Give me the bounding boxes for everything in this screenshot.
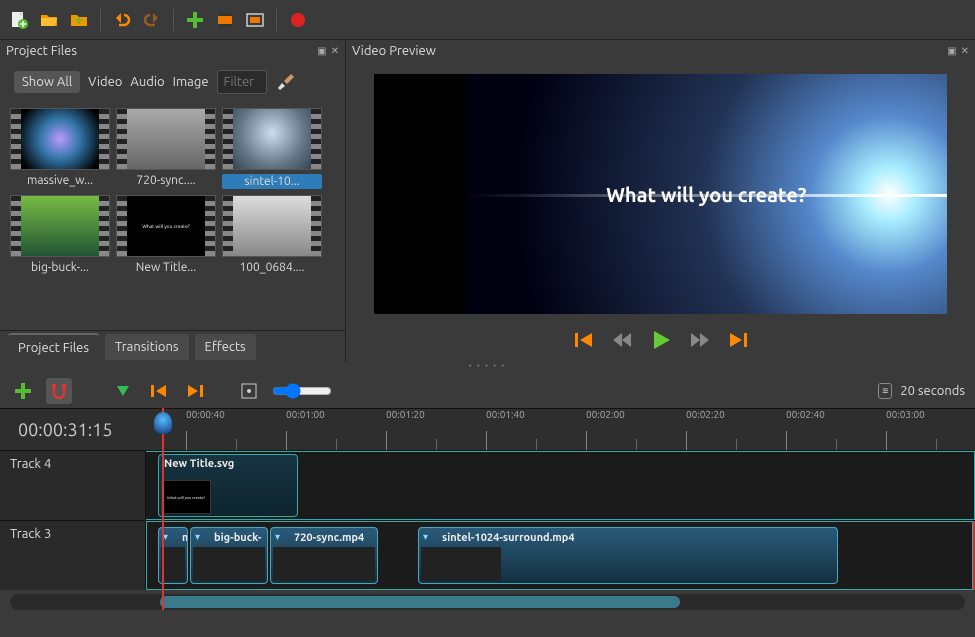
clip[interactable]: ▾ 720-sync.mp4: [270, 527, 378, 584]
play-button[interactable]: [650, 329, 672, 351]
ruler-tick: 00:01:00: [286, 409, 325, 420]
filter-input[interactable]: [217, 70, 267, 94]
project-files-title: Project Files: [6, 44, 77, 58]
track-label[interactable]: Track 3: [0, 521, 146, 590]
clip[interactable]: ▾ sintel-1024-surround.mp4: [418, 527, 838, 584]
filter-video[interactable]: Video: [88, 75, 122, 89]
track-body[interactable]: ▾ m ▾ big-buck- ▾ 720-sync.mp4 ▾ sintel-…: [146, 521, 975, 590]
clear-filter-button[interactable]: [275, 70, 299, 94]
tab-transitions[interactable]: Transitions: [105, 334, 189, 360]
new-project-button[interactable]: [6, 7, 32, 33]
thumbnail-grid: massive_w... 720-sync.... sintel-10... b…: [0, 102, 345, 330]
video-preview-panel: Video Preview ▣ ✕ What will you create?: [346, 40, 975, 362]
volume-icon: ▾: [423, 531, 428, 543]
preview-frame[interactable]: What will you create?: [374, 74, 947, 314]
filter-image[interactable]: Image: [173, 75, 209, 89]
scrollbar-thumb[interactable]: [160, 596, 680, 608]
next-marker-button[interactable]: [182, 378, 208, 404]
track-label[interactable]: Track 4: [0, 451, 146, 520]
panel-close-icon[interactable]: ✕: [331, 45, 339, 57]
filter-audio[interactable]: Audio: [130, 75, 164, 89]
ruler-tick: 00:03:00: [886, 409, 925, 420]
track-row: Track 3 ▾ m ▾ big-buck- ▾ 720-sync.mp4 ▾…: [0, 520, 975, 590]
volume-icon: ▾: [163, 531, 168, 543]
add-track-button[interactable]: [10, 378, 36, 404]
file-thumb[interactable]: big-buck-...: [10, 195, 110, 274]
choose-profile-button[interactable]: [212, 7, 238, 33]
panel-detach-icon[interactable]: ▣: [317, 45, 326, 57]
zoom-menu-icon[interactable]: ≡: [878, 383, 892, 399]
file-thumb[interactable]: 100_0684....: [222, 195, 322, 274]
jump-start-button[interactable]: [574, 331, 594, 349]
redo-button[interactable]: [139, 7, 165, 33]
snap-button[interactable]: [46, 378, 72, 404]
insert-marker-button[interactable]: [110, 378, 136, 404]
clip[interactable]: New Title.svg What will you create?: [158, 454, 298, 517]
center-playhead-button[interactable]: [236, 378, 262, 404]
zoom-slider[interactable]: [272, 383, 332, 399]
playhead-handle[interactable]: [154, 412, 172, 434]
timeline-toolbar: ≡ 20 seconds: [0, 374, 975, 408]
ruler-tick: 00:02:00: [586, 409, 625, 420]
clip[interactable]: ▾ m: [158, 527, 188, 584]
jump-end-button[interactable]: [728, 331, 748, 349]
filter-bar: Show All Video Audio Image: [0, 62, 345, 102]
open-project-button[interactable]: [36, 7, 62, 33]
project-files-panel: Project Files ▣ ✕ Show All Video Audio I…: [0, 40, 346, 362]
timecode: 00:00:31:15: [0, 409, 146, 451]
ruler-tick: 00:02:20: [686, 409, 725, 420]
main-toolbar: [0, 0, 975, 40]
export-video-button[interactable]: [285, 7, 311, 33]
timeline: 00:00:31:15 00:00:40 00:01:00 00:01:20 00:0…: [0, 408, 975, 610]
fullscreen-button[interactable]: [242, 7, 268, 33]
fast-forward-button[interactable]: [690, 331, 710, 349]
clip[interactable]: ▾ big-buck-: [190, 527, 268, 584]
panel-close-icon[interactable]: ✕: [961, 45, 969, 57]
prev-marker-button[interactable]: [146, 378, 172, 404]
playback-controls: [346, 318, 975, 362]
ruler-tick: 00:02:40: [786, 409, 825, 420]
undo-button[interactable]: [109, 7, 135, 33]
track-row: Track 4 New Title.svg What will you crea…: [0, 450, 975, 520]
rewind-button[interactable]: [612, 331, 632, 349]
track-body[interactable]: New Title.svg What will you create?: [146, 451, 975, 520]
tab-project-files[interactable]: Project Files: [8, 333, 99, 361]
import-files-button[interactable]: [182, 7, 208, 33]
video-preview-title: Video Preview: [352, 44, 436, 58]
zoom-label: 20 seconds: [900, 384, 965, 398]
save-project-button[interactable]: [66, 7, 92, 33]
ruler-tick: 00:01:40: [486, 409, 525, 420]
tab-effects[interactable]: Effects: [195, 334, 256, 360]
panel-tabs: Project Files Transitions Effects: [0, 330, 345, 362]
preview-text: What will you create?: [606, 183, 807, 206]
clip-thumb: What will you create?: [161, 480, 211, 514]
file-thumb[interactable]: 720-sync....: [116, 108, 216, 189]
panel-divider[interactable]: • • • • •: [0, 362, 975, 374]
volume-icon: ▾: [275, 531, 280, 543]
filter-show-all[interactable]: Show All: [14, 71, 80, 93]
timeline-scrollbar[interactable]: [10, 594, 965, 610]
panel-detach-icon[interactable]: ▣: [947, 45, 956, 57]
file-thumb[interactable]: sintel-10...: [222, 108, 322, 189]
file-thumb[interactable]: massive_w...: [10, 108, 110, 189]
ruler-tick: 00:00:40: [186, 409, 225, 420]
volume-icon: ▾: [195, 531, 200, 543]
file-thumb[interactable]: What will you create?New Title...: [116, 195, 216, 274]
ruler-tick: 00:01:20: [386, 409, 425, 420]
timeline-ruler[interactable]: 00:00:31:15 00:00:40 00:01:00 00:01:20 00:0…: [0, 408, 975, 450]
